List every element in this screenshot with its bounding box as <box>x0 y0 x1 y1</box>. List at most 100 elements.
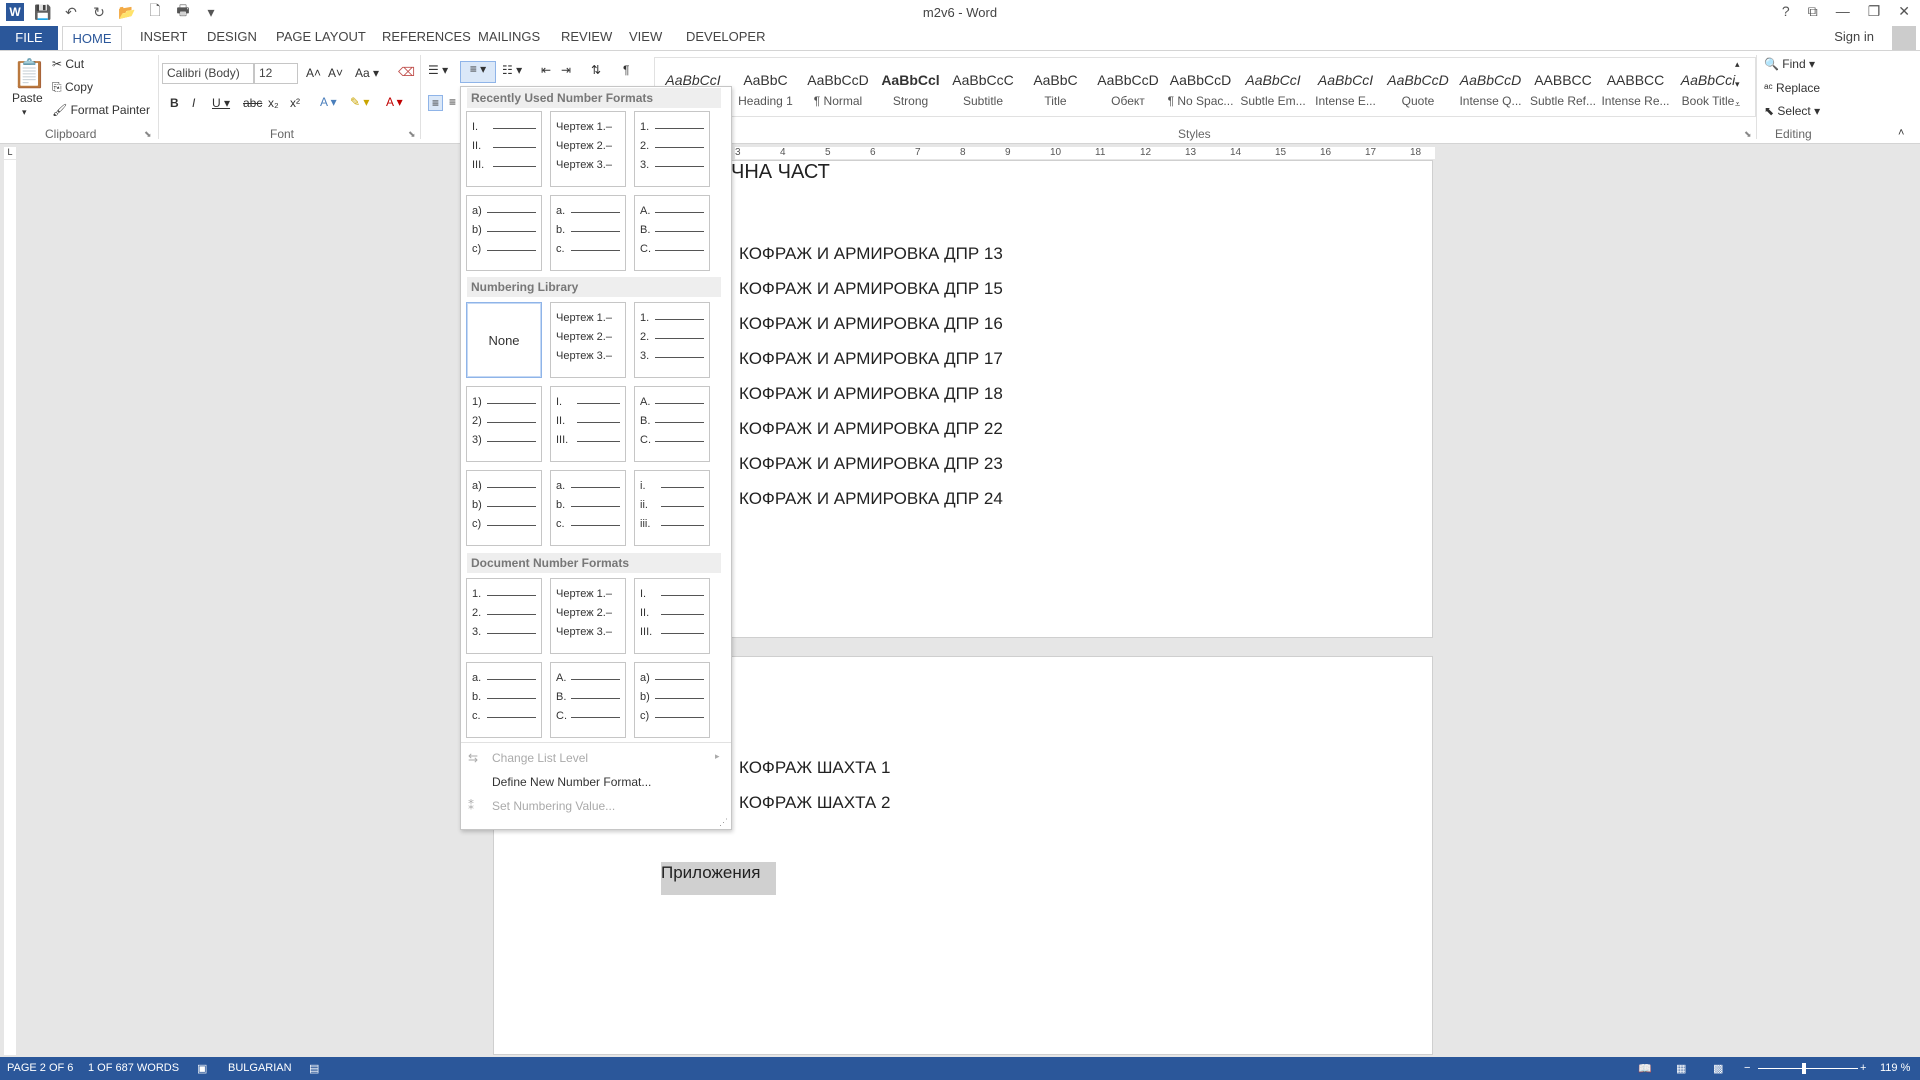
document-line[interactable]: КОФРАЖ И АРМИРОВКА ДПР 24 <box>739 489 1003 509</box>
strikethrough-icon[interactable]: abc <box>243 96 262 110</box>
style-gallery-item[interactable]: AaBbC Title <box>1021 69 1091 108</box>
zoom-in-icon[interactable]: + <box>1860 1062 1866 1074</box>
sign-in-link[interactable]: Sign in <box>1834 29 1874 44</box>
help-icon[interactable]: ? <box>1782 3 1790 20</box>
document-line[interactable]: КОФРАЖ И АРМИРОВКА ДПР 16 <box>739 314 1003 334</box>
styles-launcher-icon[interactable]: ⬊ <box>1744 129 1752 140</box>
zoom-slider[interactable] <box>1758 1068 1858 1069</box>
select-button[interactable]: ⬉ Select ▾ <box>1764 104 1820 118</box>
style-gallery-item[interactable]: AABBCC Subtle Ref... <box>1528 69 1598 108</box>
paste-icon[interactable]: 📋 <box>12 57 47 90</box>
minimize-icon[interactable]: — <box>1836 3 1850 20</box>
number-format-tile[interactable]: Чертеж 1.– Чертеж 2.– Чертеж 3.– <box>550 578 626 654</box>
set-numbering-value-item[interactable]: Set Numbering Value... <box>492 799 615 813</box>
clear-formatting-icon[interactable]: ⌫ <box>398 65 415 79</box>
shrink-font-icon[interactable]: A˅ <box>328 66 343 80</box>
zoom-slider-thumb[interactable] <box>1802 1063 1806 1074</box>
define-new-number-format-item[interactable]: Define New Number Format... <box>492 775 651 789</box>
change-case-button[interactable]: Aa ▾ <box>355 66 379 80</box>
document-line[interactable]: КОФРАЖ ШАХТА 1 <box>739 758 890 778</box>
text-effects-icon[interactable]: A ▾ <box>320 95 337 109</box>
font-size-select[interactable]: 12 <box>254 63 298 84</box>
document-line[interactable]: КОФРАЖ И АРМИРОВКА ДПР 15 <box>739 279 1003 299</box>
bold-icon[interactable]: B <box>170 96 179 110</box>
italic-icon[interactable]: I <box>192 96 195 110</box>
styles-scroll-up-icon[interactable]: ▴ <box>1735 59 1740 70</box>
document-line[interactable]: КОФРАЖ ШАХТА 2 <box>739 793 890 813</box>
styles-scroll-down-icon[interactable]: ▾ <box>1735 79 1740 90</box>
ribbon-display-icon[interactable]: ⧉ <box>1808 3 1818 20</box>
tab-review[interactable]: REVIEW <box>561 29 612 44</box>
styles-more-icon[interactable]: ⩡ <box>1735 99 1740 110</box>
style-gallery-item[interactable]: AaBbCcC Subtitle <box>948 69 1018 108</box>
tab-selector-icon[interactable]: L <box>4 147 16 159</box>
chevron-down-icon[interactable]: ▾ <box>22 107 27 118</box>
number-format-tile[interactable]: I. II. III. <box>550 386 626 462</box>
avatar[interactable] <box>1892 26 1916 50</box>
find-button[interactable]: 🔍 Find ▾ <box>1764 57 1815 71</box>
style-gallery-item[interactable]: AaBbCcD Обект <box>1093 69 1163 108</box>
font-name-select[interactable]: Calibri (Body) <box>162 63 254 84</box>
proofing-icon[interactable]: ▣ <box>197 1062 207 1075</box>
style-gallery-item[interactable]: AaBbCci Book Title <box>1673 69 1743 108</box>
align-center-icon[interactable]: ≡ <box>449 95 456 109</box>
close-icon[interactable]: ✕ <box>1898 3 1910 20</box>
style-gallery-item[interactable]: AaBbCcD Quote <box>1383 69 1453 108</box>
resize-grip-icon[interactable]: ⋰ <box>719 817 728 828</box>
document-line[interactable]: КОФРАЖ И АРМИРОВКА ДПР 22 <box>739 419 1003 439</box>
decrease-indent-icon[interactable]: ⇤ <box>541 63 551 77</box>
tab-mailings[interactable]: MAILINGS <box>478 29 540 44</box>
zoom-level[interactable]: 119 % <box>1880 1062 1910 1074</box>
number-format-tile[interactable]: 1) 2) 3) <box>466 386 542 462</box>
tab-references[interactable]: REFERENCES <box>382 29 471 44</box>
number-format-tile[interactable]: I. II. III. <box>634 578 710 654</box>
read-mode-icon[interactable]: 📖 <box>1638 1062 1652 1075</box>
paste-button[interactable]: Paste <box>12 91 43 105</box>
multilevel-list-icon[interactable]: ☷ ▾ <box>502 63 522 77</box>
appendix-text[interactable]: Приложения <box>661 863 760 883</box>
number-format-tile[interactable]: a) b) c) <box>466 470 542 546</box>
collapse-ribbon-icon[interactable]: ˄ <box>1898 127 1904 139</box>
document-line[interactable]: КОФРАЖ И АРМИРОВКА ДПР 17 <box>739 349 1003 369</box>
increase-indent-icon[interactable]: ⇥ <box>561 63 571 77</box>
tab-page-layout[interactable]: PAGE LAYOUT <box>276 29 366 44</box>
number-format-tile[interactable]: 1. 2. 3. <box>634 111 710 187</box>
superscript-icon[interactable]: x² <box>290 96 300 110</box>
numbering-button[interactable]: ≡ ▾ <box>460 61 496 83</box>
language-indicator[interactable]: BULGARIAN <box>228 1062 292 1074</box>
replace-button[interactable]: ᵃᶜ Replace <box>1764 81 1820 95</box>
style-gallery-item[interactable]: AaBbCcD ¶ Normal <box>803 69 873 108</box>
number-format-tile[interactable]: A. B. C. <box>634 195 710 271</box>
tab-developer[interactable]: DEVELOPER <box>686 29 765 44</box>
number-format-tile[interactable]: 1. 2. 3. <box>634 302 710 378</box>
style-gallery-item[interactable]: AaBbCcI Subtle Em... <box>1238 69 1308 108</box>
style-gallery-item[interactable]: AaBbC Heading 1 <box>731 69 801 108</box>
document-line[interactable]: КОФРАЖ И АРМИРОВКА ДПР 13 <box>739 244 1003 264</box>
clipboard-launcher-icon[interactable]: ⬊ <box>144 129 152 140</box>
tab-home[interactable]: HOME <box>62 26 122 51</box>
sort-icon[interactable]: ⇅ <box>591 63 601 77</box>
format-painter-button[interactable]: 🖌 Format Painter <box>52 103 150 117</box>
page-indicator[interactable]: PAGE 2 OF 6 <box>7 1062 73 1074</box>
zoom-out-icon[interactable]: − <box>1744 1062 1750 1074</box>
copy-button[interactable]: ⎘ Copy <box>52 80 93 95</box>
number-format-tile[interactable]: Чертеж 1.– Чертеж 2.– Чертеж 3.– <box>550 111 626 187</box>
grow-font-icon[interactable]: A˄ <box>306 66 321 80</box>
align-left-icon[interactable]: ≡ <box>428 95 444 111</box>
highlight-color-icon[interactable]: ✎ ▾ <box>350 95 369 109</box>
number-format-tile[interactable]: a. b. c. <box>550 470 626 546</box>
cut-button[interactable]: ✂ Cut <box>52 57 84 71</box>
number-format-tile[interactable]: a) b) c) <box>634 662 710 738</box>
style-gallery-item[interactable]: AaBbCcD ¶ No Spac... <box>1166 69 1236 108</box>
word-count[interactable]: 1 OF 687 WORDS <box>88 1062 179 1074</box>
bullets-icon[interactable]: ☰ ▾ <box>428 63 448 77</box>
change-list-level-item[interactable]: Change List Level <box>492 751 588 765</box>
style-gallery-item[interactable]: AaBbCcl Strong <box>876 69 946 108</box>
number-format-tile[interactable]: A. B. C. <box>550 662 626 738</box>
style-gallery-item[interactable]: AaBbCcD Intense Q... <box>1456 69 1526 108</box>
number-format-tile[interactable]: I. II. III. <box>466 111 542 187</box>
document-line[interactable]: КОФРАЖ И АРМИРОВКА ДПР 23 <box>739 454 1003 474</box>
subscript-icon[interactable]: x₂ <box>268 96 279 110</box>
web-layout-icon[interactable]: ▩ <box>1713 1062 1723 1075</box>
underline-icon[interactable]: U ▾ <box>212 96 230 110</box>
